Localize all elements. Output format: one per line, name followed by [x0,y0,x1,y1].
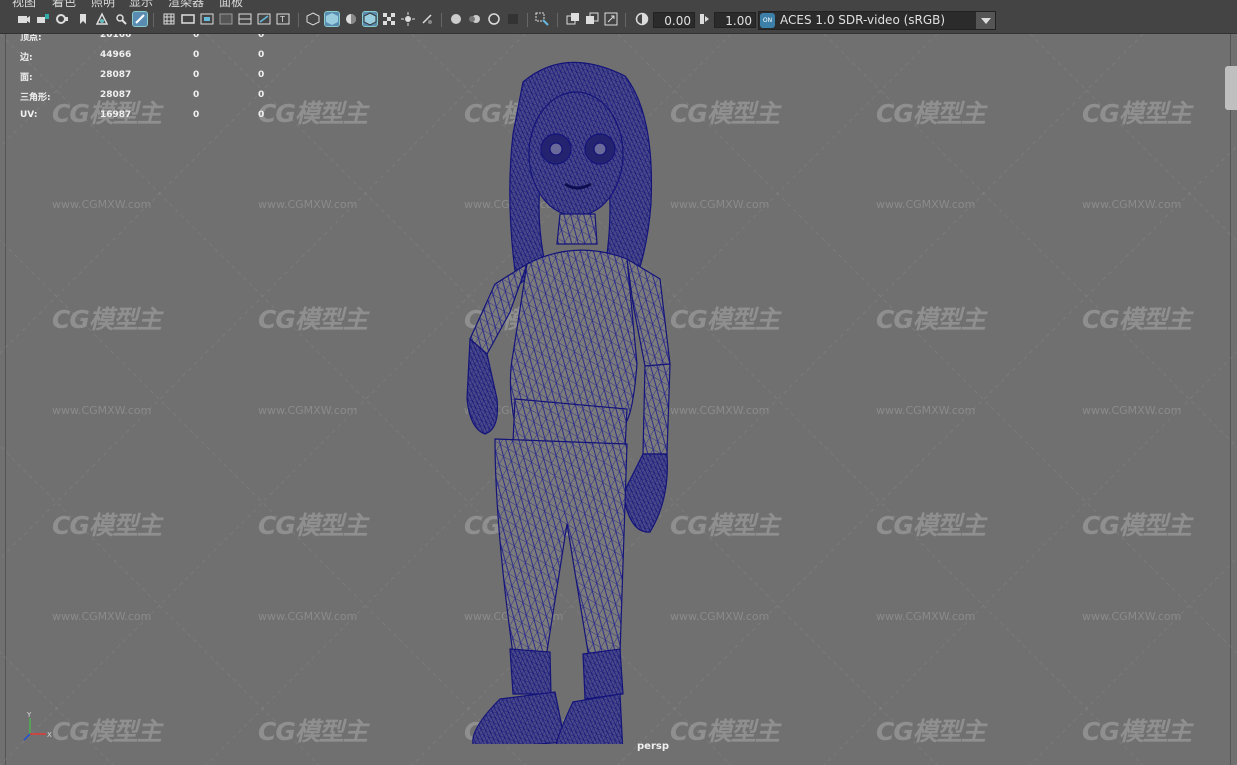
axis-gizmo: Y X [23,711,52,741]
watermark-logo: CG模型主 [670,99,780,128]
character-wireframe-mesh [466,61,671,744]
watermark-url: www.CGMXW.com [1082,404,1182,417]
gate-mask-icon[interactable] [219,12,233,26]
viewport-toolbar: T 0.00 1.00 ON ACES 1.0 SDR-video (sRGB) [0,8,1237,34]
watermark-logo: CG模型主 [258,511,368,540]
motion-blur-icon[interactable] [468,12,482,26]
watermark-url: www.CGMXW.com [876,610,976,623]
field-chart-icon[interactable] [238,12,252,26]
watermark-logo: CG模型主 [670,511,780,540]
gamma-input[interactable]: 1.00 [714,12,756,28]
watermark-logo: CG模型主 [876,99,986,128]
side-panel-tab[interactable] [1225,66,1237,110]
default-material-icon[interactable] [344,12,358,26]
watermark-url: www.CGMXW.com [876,404,976,417]
camera-lock-icon[interactable] [36,12,50,26]
screen-space-ao-icon[interactable] [449,12,463,26]
exposure-input[interactable]: 0.00 [653,12,695,28]
watermark-url: www.CGMXW.com [52,610,152,623]
watermark-logo: CG模型主 [876,717,986,746]
watermark-url: www.CGMXW.com [258,198,358,211]
watermark-logo: CG模型主 [52,717,162,746]
2d-pan-zoom-icon[interactable] [114,12,128,26]
watermark-logo: CG模型主 [258,99,368,128]
xray-active-components-icon[interactable] [566,12,580,26]
perspective-viewport[interactable]: CG模型主 CG模型主 CG模型主 CG模型主 CG模型主 CG模型主 CG模型主 CG模型主… [0,34,1237,765]
watermark-url: www.CGMXW.com [876,198,976,211]
axis-y-label: Y [26,711,32,719]
svg-text:T: T [279,15,285,24]
wireframe-icon[interactable] [306,12,320,26]
wireframe-on-shaded-icon[interactable] [362,11,378,27]
watermark-url: www.CGMXW.com [258,610,358,623]
gamma-icon[interactable] [697,12,711,26]
bookmark-icon[interactable] [76,12,90,26]
watermark-logo: CG模型主 [258,305,368,334]
watermark-logo: CG模型主 [876,511,986,540]
watermark-logo: CG模型主 [876,305,986,334]
camera-select-icon[interactable] [17,12,31,26]
depth-of-field-icon[interactable] [506,12,520,26]
watermark-logo: CG模型主 [52,511,162,540]
watermark-url: www.CGMXW.com [52,198,152,211]
xray-joints-icon[interactable] [585,12,599,26]
watermark-url: www.CGMXW.com [258,404,358,417]
menu-show[interactable]: 显示 [129,0,153,8]
watermark-logo: CG模型主 [670,717,780,746]
watermark-logo: CG模型主 [1082,511,1192,540]
camera-name-label: persp [637,741,669,752]
watermark-logo: CG模型主 [258,717,368,746]
watermark-url: www.CGMXW.com [1082,198,1182,211]
lighting-icon[interactable] [401,12,415,26]
color-space-label: ACES 1.0 SDR-video (sRGB) [780,13,946,27]
resolution-gate-icon[interactable] [200,12,214,26]
watermark-logo: CG模型主 [52,305,162,334]
smooth-shade-icon[interactable] [324,11,340,27]
watermark-url: www.CGMXW.com [1082,610,1182,623]
menu-shading[interactable]: 着色 [52,0,76,8]
image-plane-icon[interactable] [95,12,109,26]
fit-view-icon[interactable] [604,12,618,26]
axis-x-label: X [47,731,52,739]
camera-attributes-icon[interactable] [55,12,69,26]
safe-action-icon[interactable] [257,12,271,26]
menu-lighting[interactable]: 照明 [91,0,115,8]
chevron-down-icon[interactable] [976,12,995,29]
safe-title-icon[interactable]: T [276,12,290,26]
menu-panels[interactable]: 面板 [219,0,243,8]
aces-icon: ON [760,13,775,28]
watermark-logo: CG模型主 [670,305,780,334]
menu-bar: 视图 着色 照明 显示 渲染器 面板 [0,0,1237,8]
shadows-icon[interactable] [420,12,434,26]
menu-view[interactable]: 视图 [12,0,36,8]
menu-renderer[interactable]: 渲染器 [168,0,204,8]
watermark-logo: CG模型主 [1082,305,1192,334]
xray-icon[interactable] [382,12,396,26]
watermark-logo: CG模型主 [1082,99,1192,128]
anti-aliasing-icon[interactable] [487,12,501,26]
grid-icon[interactable] [162,12,176,26]
grease-pencil-icon[interactable] [132,11,148,27]
color-space-select[interactable]: ON ACES 1.0 SDR-video (sRGB) [758,11,996,30]
exposure-icon[interactable] [635,12,649,26]
watermark-logo: CG模型主 [1082,717,1192,746]
watermark-url: www.CGMXW.com [52,404,152,417]
isolate-select-icon[interactable] [535,12,549,26]
film-gate-icon[interactable] [181,12,195,26]
